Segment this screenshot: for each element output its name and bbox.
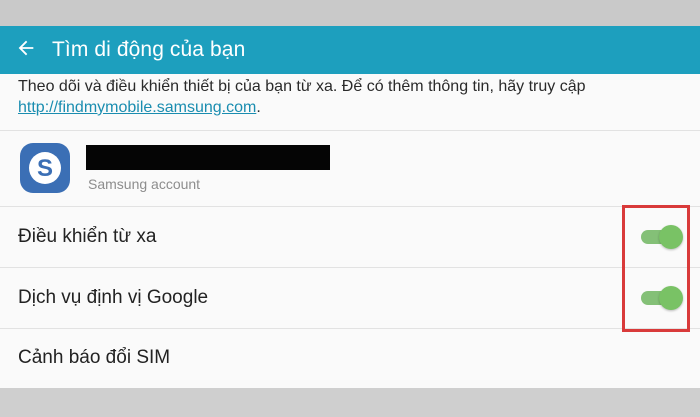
findmymobile-link[interactable]: http://findmymobile.samsung.com (18, 99, 256, 116)
setting-label: Dịch vụ định vị Google (18, 287, 209, 308)
top-bezel (0, 0, 700, 26)
screenshot-frame: Tìm di động của bạn Theo dõi và điều khi… (0, 0, 700, 417)
svg-text:S: S (37, 155, 53, 182)
page-title: Tìm di động của bạn (52, 38, 246, 61)
setting-label: Điều khiển từ xa (18, 226, 157, 247)
description-text: Theo dõi và điều khiển thiết bị của bạn … (18, 76, 688, 118)
back-button[interactable] (0, 26, 52, 74)
account-row[interactable]: S Samsung account (0, 131, 700, 206)
app-bar: Tìm di động của bạn (0, 26, 700, 74)
setting-google-location[interactable]: Dịch vụ định vị Google (0, 268, 700, 328)
description-body: Theo dõi và điều khiển thiết bị của bạn … (18, 78, 586, 95)
description-suffix: . (256, 99, 261, 116)
samsung-account-icon: S (20, 143, 70, 193)
app-screen: Tìm di động của bạn Theo dõi và điều khi… (0, 26, 700, 388)
bottom-bezel (0, 388, 700, 417)
redacted-account-name (86, 145, 330, 170)
account-type-label: Samsung account (88, 176, 201, 192)
setting-label: Cảnh báo đổi SIM (18, 347, 171, 368)
setting-sim-change-alert[interactable]: Cảnh báo đổi SIM (0, 329, 700, 389)
highlight-box (622, 205, 690, 332)
arrow-left-icon (15, 37, 37, 64)
setting-remote-control[interactable]: Điều khiển từ xa (0, 207, 700, 267)
